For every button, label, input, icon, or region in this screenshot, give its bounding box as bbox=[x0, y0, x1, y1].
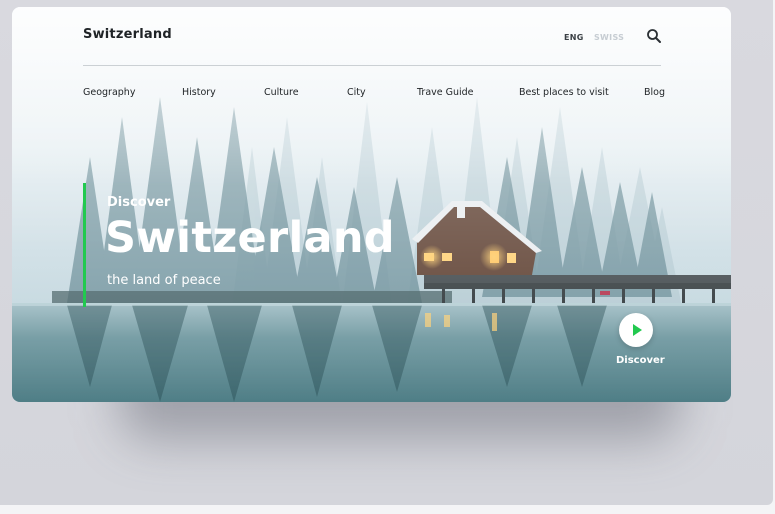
nav-item-history[interactable]: History bbox=[182, 87, 216, 98]
play-button[interactable] bbox=[619, 313, 653, 347]
brand-logo[interactable]: Switzerland bbox=[83, 27, 172, 42]
nav-item-culture[interactable]: Culture bbox=[264, 87, 299, 98]
nav-item-best-places[interactable]: Best places to visit bbox=[519, 87, 609, 98]
hero-kicker: Discover bbox=[107, 195, 171, 210]
page: Switzerland ENG SWISS Geography History … bbox=[0, 0, 775, 514]
language-eng[interactable]: ENG bbox=[564, 33, 584, 42]
hero-title: Switzerland bbox=[105, 213, 395, 263]
discover-link[interactable]: Discover bbox=[616, 355, 665, 366]
nav-item-geography[interactable]: Geography bbox=[83, 87, 135, 98]
nav-divider bbox=[83, 65, 661, 66]
play-icon bbox=[633, 324, 642, 336]
nav-item-trave-guide[interactable]: Trave Guide bbox=[417, 87, 474, 98]
accent-bar bbox=[83, 183, 86, 307]
search-icon[interactable] bbox=[646, 28, 662, 44]
nav-item-blog[interactable]: Blog bbox=[644, 87, 665, 98]
language-swiss[interactable]: SWISS bbox=[594, 33, 624, 42]
hero-subtitle: the land of peace bbox=[107, 273, 221, 288]
nav-item-city[interactable]: City bbox=[347, 87, 366, 98]
hero-card: Switzerland ENG SWISS Geography History … bbox=[12, 7, 731, 402]
